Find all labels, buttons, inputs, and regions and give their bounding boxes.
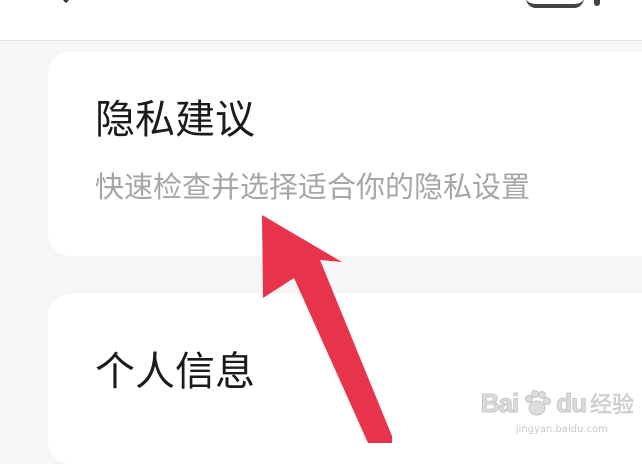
watermark-url: jingyan.baidu.com xyxy=(515,424,608,435)
baidu-paw-icon xyxy=(525,390,552,416)
watermark-brand: Bai xyxy=(480,387,519,418)
privacy-suggestion-card[interactable]: 隐私建议 快速检查并选择适合你的隐私设置 xyxy=(48,52,642,256)
header-action-icon-part xyxy=(594,0,600,6)
personal-info-title: 个人信息 xyxy=(95,349,255,395)
header-action-icon[interactable] xyxy=(526,0,584,8)
personal-info-card[interactable]: 个人信息 xyxy=(48,294,642,464)
top-navigation-bar xyxy=(0,0,642,41)
back-arrow-icon[interactable] xyxy=(53,0,79,3)
privacy-suggestion-subtitle: 快速检查并选择适合你的隐私设置 xyxy=(95,170,531,204)
watermark-brand-suffix: du xyxy=(556,387,588,418)
watermark-product: 经验 xyxy=(589,393,635,419)
privacy-suggestion-title: 隐私建议 xyxy=(95,97,255,143)
baidu-watermark: Bai du 经验 xyxy=(480,385,635,421)
